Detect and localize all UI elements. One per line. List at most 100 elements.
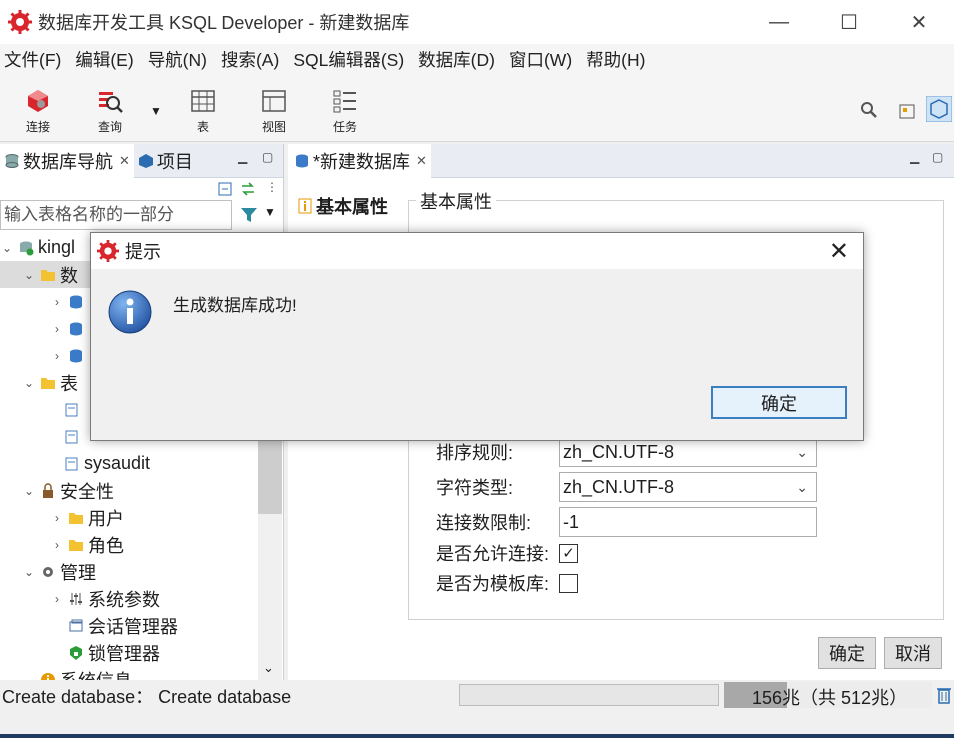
chevron-down-icon[interactable]: ⌄ bbox=[796, 438, 808, 466]
tab-database-navigator[interactable]: 数据库导航 ✕ bbox=[0, 143, 134, 178]
connect-icon bbox=[28, 90, 48, 112]
view-button[interactable]: 视图 bbox=[246, 88, 302, 135]
sliders-icon bbox=[70, 592, 82, 605]
table-button[interactable]: 表 bbox=[175, 88, 231, 135]
allow-connection-checkbox[interactable]: ✓ bbox=[559, 544, 578, 563]
dialog-ok-button[interactable]: 确定 bbox=[711, 386, 847, 419]
app-logo-icon bbox=[8, 10, 32, 34]
tree-item-table-sysaudit[interactable]: sysaudit bbox=[0, 450, 258, 477]
memory-text: 156兆（共 512兆） bbox=[752, 688, 908, 708]
tree-item-security[interactable]: ⌄ 安全性 bbox=[0, 477, 258, 504]
chevron-right-icon[interactable]: › bbox=[50, 511, 64, 525]
panel-maximize-icon[interactable]: ▢ bbox=[262, 150, 273, 164]
toolbar: 连接 查询 ▼ 表 视图 任务 bbox=[0, 74, 954, 142]
menu-file[interactable]: 文件(F) bbox=[4, 47, 61, 72]
connect-button[interactable]: 连接 bbox=[10, 88, 66, 135]
chevron-down-icon[interactable]: ⌄ bbox=[22, 673, 36, 681]
taskbar-edge bbox=[0, 734, 954, 738]
link-editor-icon[interactable] bbox=[240, 182, 256, 196]
chevron-down-icon[interactable]: ⌄ bbox=[22, 268, 36, 282]
chevron-down-icon[interactable]: ⌄ bbox=[22, 565, 36, 579]
side-tab-basic-properties[interactable]: 基本属性 bbox=[292, 190, 404, 222]
query-dropdown-icon[interactable]: ▼ bbox=[150, 104, 162, 118]
minimize-button[interactable]: — bbox=[744, 0, 814, 44]
scroll-down-icon[interactable]: ⌄ bbox=[263, 660, 274, 676]
dialog-close-button[interactable]: ✕ bbox=[829, 237, 849, 266]
table-icon bbox=[191, 90, 215, 112]
database-connection-icon bbox=[20, 241, 34, 255]
editor-maximize-icon[interactable]: ▢ bbox=[932, 150, 943, 164]
tree-item-roles[interactable]: › 角色 bbox=[0, 531, 258, 558]
chevron-down-icon[interactable]: ⌄ bbox=[0, 241, 14, 255]
menu-sql-editor[interactable]: SQL编辑器(S) bbox=[293, 47, 404, 72]
filter-dropdown-icon[interactable]: ▼ bbox=[264, 205, 276, 219]
menu-search[interactable]: 搜索(A) bbox=[221, 47, 279, 72]
database-icon bbox=[296, 154, 308, 167]
status-bar: Create database： Create database 156兆（共 … bbox=[0, 680, 954, 710]
trash-icon[interactable] bbox=[937, 686, 951, 704]
query-button[interactable]: 查询 bbox=[82, 88, 138, 135]
table-icon bbox=[65, 403, 78, 416]
tree-item-system-info[interactable]: ⌄ 系统信息 bbox=[0, 666, 258, 680]
collapse-all-icon[interactable] bbox=[218, 182, 232, 196]
collation-select[interactable]: zh_CN.UTF-8 ⌄ bbox=[559, 437, 817, 467]
ok-button[interactable]: 确定 bbox=[818, 637, 876, 669]
info-icon bbox=[298, 198, 312, 214]
task-icon bbox=[333, 90, 356, 113]
filter-icon[interactable] bbox=[240, 206, 258, 224]
maximize-button[interactable]: ☐ bbox=[814, 0, 884, 44]
memory-indicator[interactable]: 156兆（共 512兆） bbox=[724, 682, 932, 708]
scrollbar-thumb[interactable] bbox=[258, 434, 282, 514]
menu-window[interactable]: 窗口(W) bbox=[509, 47, 572, 72]
query-icon bbox=[99, 92, 123, 113]
gear-icon bbox=[43, 566, 53, 577]
database-icon bbox=[70, 349, 82, 362]
panel-minimize-icon[interactable]: ▁ bbox=[238, 150, 247, 164]
is-template-checkbox[interactable] bbox=[559, 574, 578, 593]
tree-item-users[interactable]: › 用户 bbox=[0, 504, 258, 531]
menu-edit[interactable]: 编辑(E) bbox=[75, 47, 133, 72]
tree-item-lock-manager[interactable]: 锁管理器 bbox=[0, 639, 258, 666]
new-window-icon[interactable] bbox=[898, 100, 918, 120]
database-icon bbox=[70, 295, 82, 308]
tab-project[interactable]: 项目 bbox=[134, 144, 197, 178]
menu-navigate[interactable]: 导航(N) bbox=[148, 47, 207, 72]
search-icon[interactable] bbox=[860, 101, 878, 119]
chevron-down-icon[interactable]: ⌄ bbox=[22, 484, 36, 498]
navigator-tabbar: 数据库导航 ✕ 项目 ▁ ▢ bbox=[0, 143, 283, 178]
chevron-right-icon[interactable]: › bbox=[50, 322, 64, 336]
perspective-icon[interactable] bbox=[926, 96, 952, 122]
menu-database[interactable]: 数据库(D) bbox=[418, 47, 495, 72]
folder-icon bbox=[69, 512, 83, 524]
chevron-right-icon[interactable]: › bbox=[50, 349, 64, 363]
chevron-right-icon[interactable]: › bbox=[50, 295, 64, 309]
view-icon bbox=[262, 90, 286, 112]
close-button[interactable]: ✕ bbox=[884, 0, 954, 44]
is-template-label: 是否为模板库: bbox=[436, 574, 550, 594]
table-filter-input[interactable]: 输入表格名称的一部分 bbox=[0, 200, 232, 230]
connection-limit-input[interactable]: -1 bbox=[559, 507, 817, 537]
tab-close-icon[interactable]: ✕ bbox=[416, 153, 427, 169]
table-icon bbox=[65, 457, 78, 470]
ctype-select[interactable]: zh_CN.UTF-8 ⌄ bbox=[559, 472, 817, 502]
folder-icon bbox=[41, 377, 55, 389]
tree-item-management[interactable]: ⌄ 管理 bbox=[0, 558, 258, 585]
view-menu-icon[interactable]: ⋮ bbox=[266, 180, 278, 194]
chevron-right-icon[interactable]: › bbox=[50, 592, 64, 606]
tab-close-icon[interactable]: ✕ bbox=[119, 153, 130, 169]
tree-item-system-params[interactable]: › 系统参数 bbox=[0, 585, 258, 612]
cancel-button[interactable]: 取消 bbox=[884, 637, 942, 669]
editor-minimize-icon[interactable]: ▁ bbox=[910, 150, 919, 164]
folder-icon bbox=[41, 269, 55, 281]
task-button[interactable]: 任务 bbox=[317, 88, 373, 135]
tab-new-database[interactable]: *新建数据库 ✕ bbox=[288, 143, 431, 178]
table-icon bbox=[65, 430, 78, 443]
editor-side-tabs: 基本属性 bbox=[292, 190, 404, 222]
menu-help[interactable]: 帮助(H) bbox=[586, 47, 645, 72]
chevron-down-icon[interactable]: ⌄ bbox=[796, 473, 808, 501]
tree-item-session-manager[interactable]: 会话管理器 bbox=[0, 612, 258, 639]
dialog-title-bar: 提示 ✕ bbox=[91, 233, 863, 269]
session-icon bbox=[69, 619, 83, 631]
chevron-right-icon[interactable]: › bbox=[50, 538, 64, 552]
chevron-down-icon[interactable]: ⌄ bbox=[22, 376, 36, 390]
